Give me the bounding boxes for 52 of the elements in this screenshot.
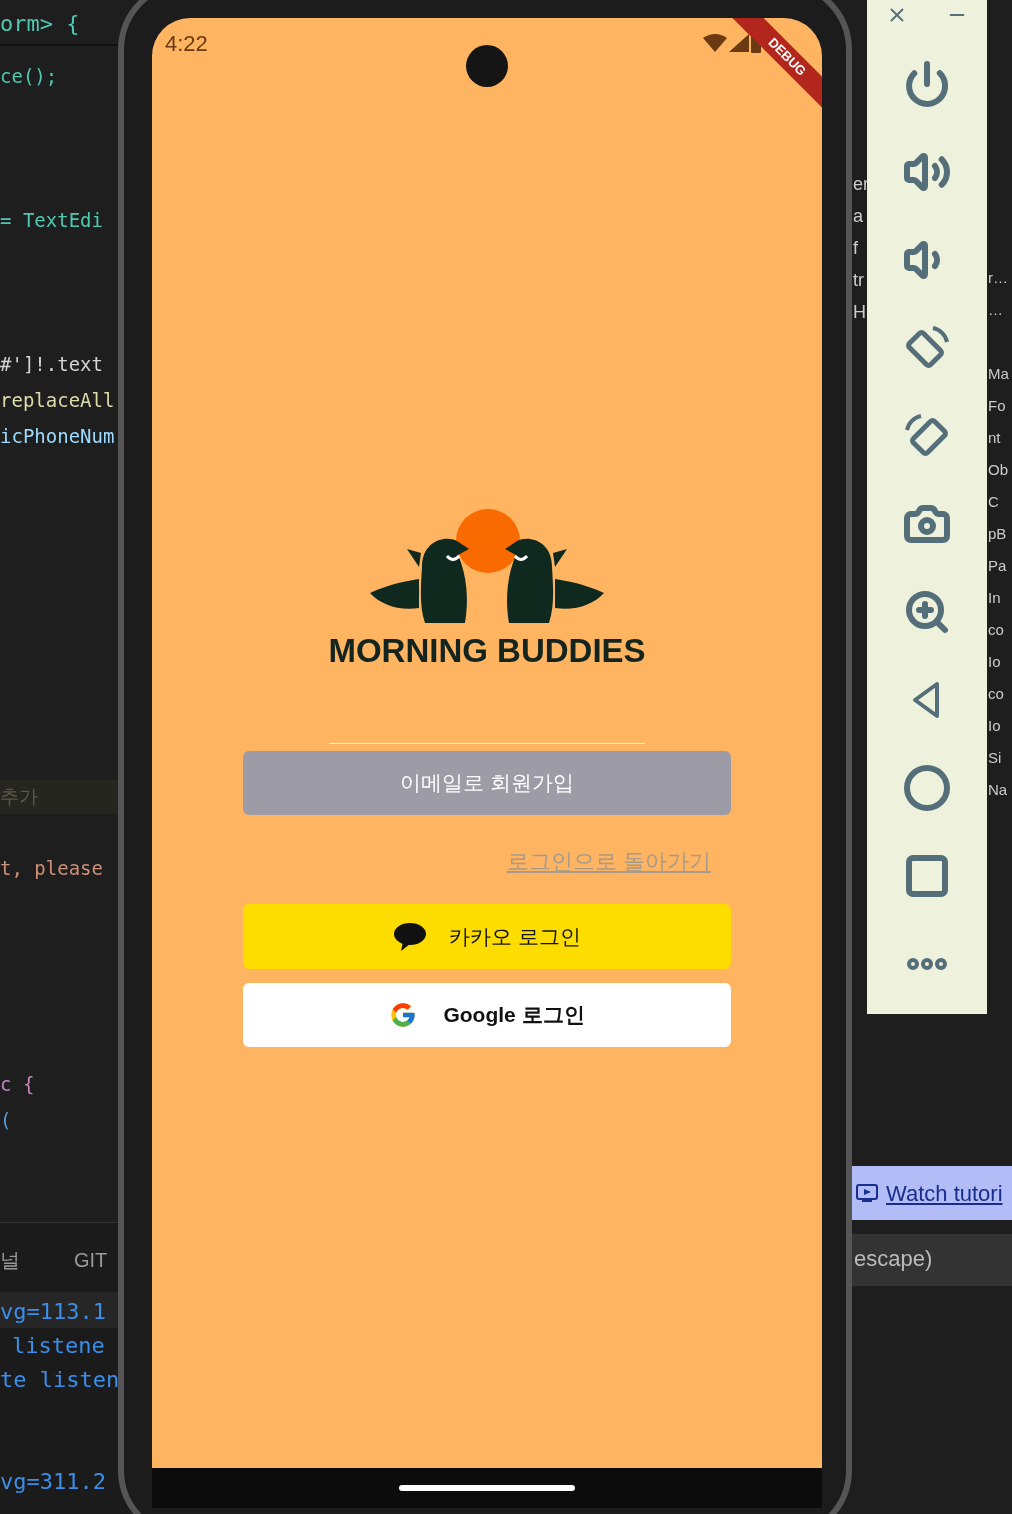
background-text: C — [988, 492, 999, 512]
background-text: co — [988, 620, 1004, 640]
status-time: 4:22 — [165, 29, 208, 58]
background-text: Ma — [988, 364, 1009, 384]
code-line: ( — [0, 1108, 12, 1133]
background-text: er — [853, 173, 869, 196]
overview-icon[interactable] — [903, 852, 951, 900]
code-line: #']!.text — [0, 352, 103, 377]
google-g-icon — [389, 1001, 418, 1029]
background-text: r… — [988, 268, 1008, 288]
background-text: … — [988, 300, 1003, 320]
code-line: icPhoneNum — [0, 424, 115, 449]
front-camera — [466, 45, 508, 87]
terminal-line: vg=311.2 — [0, 1468, 106, 1496]
google-login-button[interactable]: Google 로그인 — [243, 983, 731, 1047]
background-text: tr — [853, 269, 864, 292]
code-line: c { — [0, 1072, 35, 1097]
background-text: nt — [988, 428, 1001, 448]
code-line: replaceAll — [0, 388, 115, 413]
code-line: ce(); — [0, 64, 58, 89]
background-text: Si — [988, 748, 1002, 768]
app-name: MORNING BUDDIES — [328, 631, 646, 671]
speech-bubble-icon — [393, 921, 428, 952]
terminal-line: listene — [12, 1332, 105, 1360]
code-line: = TextEdi — [0, 208, 103, 233]
panel-tab[interactable]: GIT — [74, 1246, 108, 1274]
tutorial-link[interactable]: Watch tutori — [886, 1176, 1003, 1210]
background-text: co — [988, 684, 1004, 704]
code-line: orm> { — [0, 10, 80, 38]
code-line: t, please — [0, 856, 103, 881]
background-text: pB — [988, 524, 1007, 544]
background-text: Na — [988, 780, 1008, 800]
background-text: a — [853, 205, 863, 228]
background-text: f — [853, 237, 858, 260]
background-text: In — [988, 588, 1001, 608]
background-text: Ob — [988, 460, 1008, 480]
background-text: Pa — [988, 556, 1007, 576]
background-text: Io — [988, 716, 1001, 736]
background-text: Fo — [988, 396, 1006, 416]
signal-icon — [729, 34, 749, 52]
background-text: Io — [988, 652, 1001, 672]
video-icon — [856, 1183, 878, 1203]
wifi-icon — [703, 34, 727, 52]
panel-tab[interactable]: 널 — [0, 1246, 20, 1274]
kakao-login-button[interactable]: 카카오 로그인 — [243, 904, 731, 969]
background-text: H — [853, 301, 866, 324]
power-icon[interactable] — [903, 60, 951, 108]
terminal-line: vg=113.1 — [0, 1298, 106, 1326]
terminal-line: te listen — [0, 1366, 120, 1394]
hint-text: escape) — [854, 1245, 933, 1273]
zoom-icon[interactable] — [903, 588, 951, 636]
home-icon[interactable] — [903, 764, 951, 812]
